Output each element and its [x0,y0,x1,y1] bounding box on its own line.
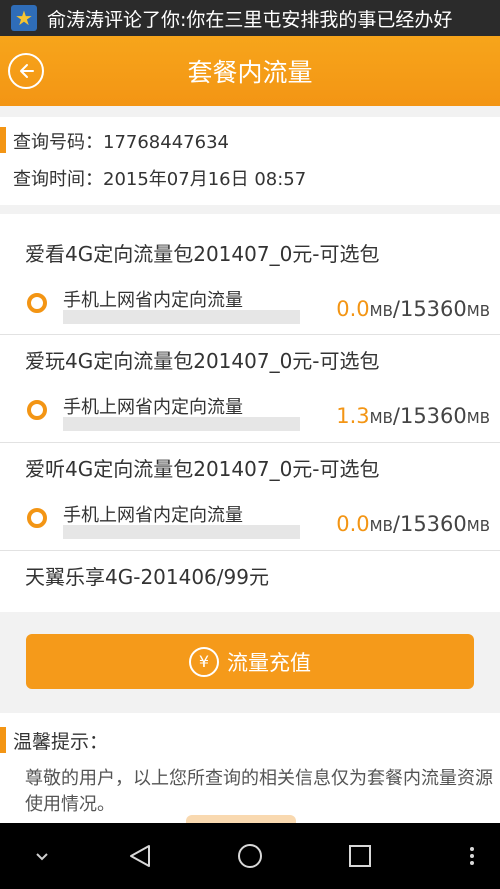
package-title: 爱看4G定向流量包201407_0元-可选包 [25,242,380,266]
recharge-label: 流量充值 [227,650,311,675]
radio-icon[interactable] [27,293,47,313]
tips-section: 温馨提示： 尊敬的用户，以上您所查询的相关信息仅为套餐内流量资源使用情况。 [0,713,500,823]
notification-text: 俞涛涛评论了你:你在三里屯安排我的事已经办好 [47,8,453,31]
tips-title: 温馨提示： [13,731,109,753]
radio-icon[interactable] [27,400,47,420]
usage-value: 0.0MB/15360MB [336,297,490,321]
flow-item-label: 手机上网省内定向流量 [63,505,243,526]
package-title: 爱玩4G定向流量包201407_0元-可选包 [25,349,380,373]
query-time-value: 2015年07月16日 08:57 [103,169,307,190]
divider [0,334,500,335]
divider [0,442,500,443]
collapse-icon[interactable] [22,823,62,889]
tips-body: 尊敬的用户，以上您所查询的相关信息仅为套餐内流量资源使用情况。 [25,768,493,815]
recents-square-icon[interactable] [340,823,380,889]
query-number-row: 查询号码：17768447634 [13,128,229,154]
usage-progress-bar [63,417,300,431]
back-arrow-icon [20,64,34,78]
more-dots-icon[interactable] [460,823,484,889]
package-list: 爱看4G定向流量包201407_0元-可选包 手机上网省内定向流量 0.0MB/… [0,214,500,612]
flow-item-label: 手机上网省内定向流量 [63,290,243,311]
star-icon: ★ [11,5,37,31]
navigation-bar [0,823,500,889]
divider [0,550,500,551]
query-number-value: 17768447634 [103,132,229,153]
query-number-label: 查询号码： [13,132,103,153]
plan-name: 天翼乐享4G-201406/99元 [25,565,269,589]
recharge-button[interactable]: ¥ 流量充值 [26,634,474,689]
query-info: 查询号码：17768447634 查询时间：2015年07月16日 08:57 [0,117,500,205]
page-title: 套餐内流量 [187,58,313,87]
flow-item-label: 手机上网省内定向流量 [63,397,243,418]
query-time-row: 查询时间：2015年07月16日 08:57 [13,165,306,191]
package-title: 爱听4G定向流量包201407_0元-可选包 [25,457,380,481]
usage-progress-bar [63,310,300,324]
partial-button[interactable] [186,815,296,823]
header: 套餐内流量 [0,36,500,106]
notification-bar[interactable]: ★ 俞涛涛评论了你:你在三里屯安排我的事已经办好 [0,0,500,36]
back-button[interactable] [8,53,44,89]
usage-progress-bar [63,525,300,539]
radio-icon[interactable] [27,508,47,528]
back-triangle-icon[interactable] [120,823,160,889]
usage-value: 0.0MB/15360MB [336,512,490,536]
accent-bar [0,127,6,153]
home-circle-icon[interactable] [230,823,270,889]
usage-value: 1.3MB/15360MB [336,404,490,428]
accent-bar [0,727,6,753]
yen-icon: ¥ [189,646,219,677]
query-time-label: 查询时间： [13,169,103,190]
